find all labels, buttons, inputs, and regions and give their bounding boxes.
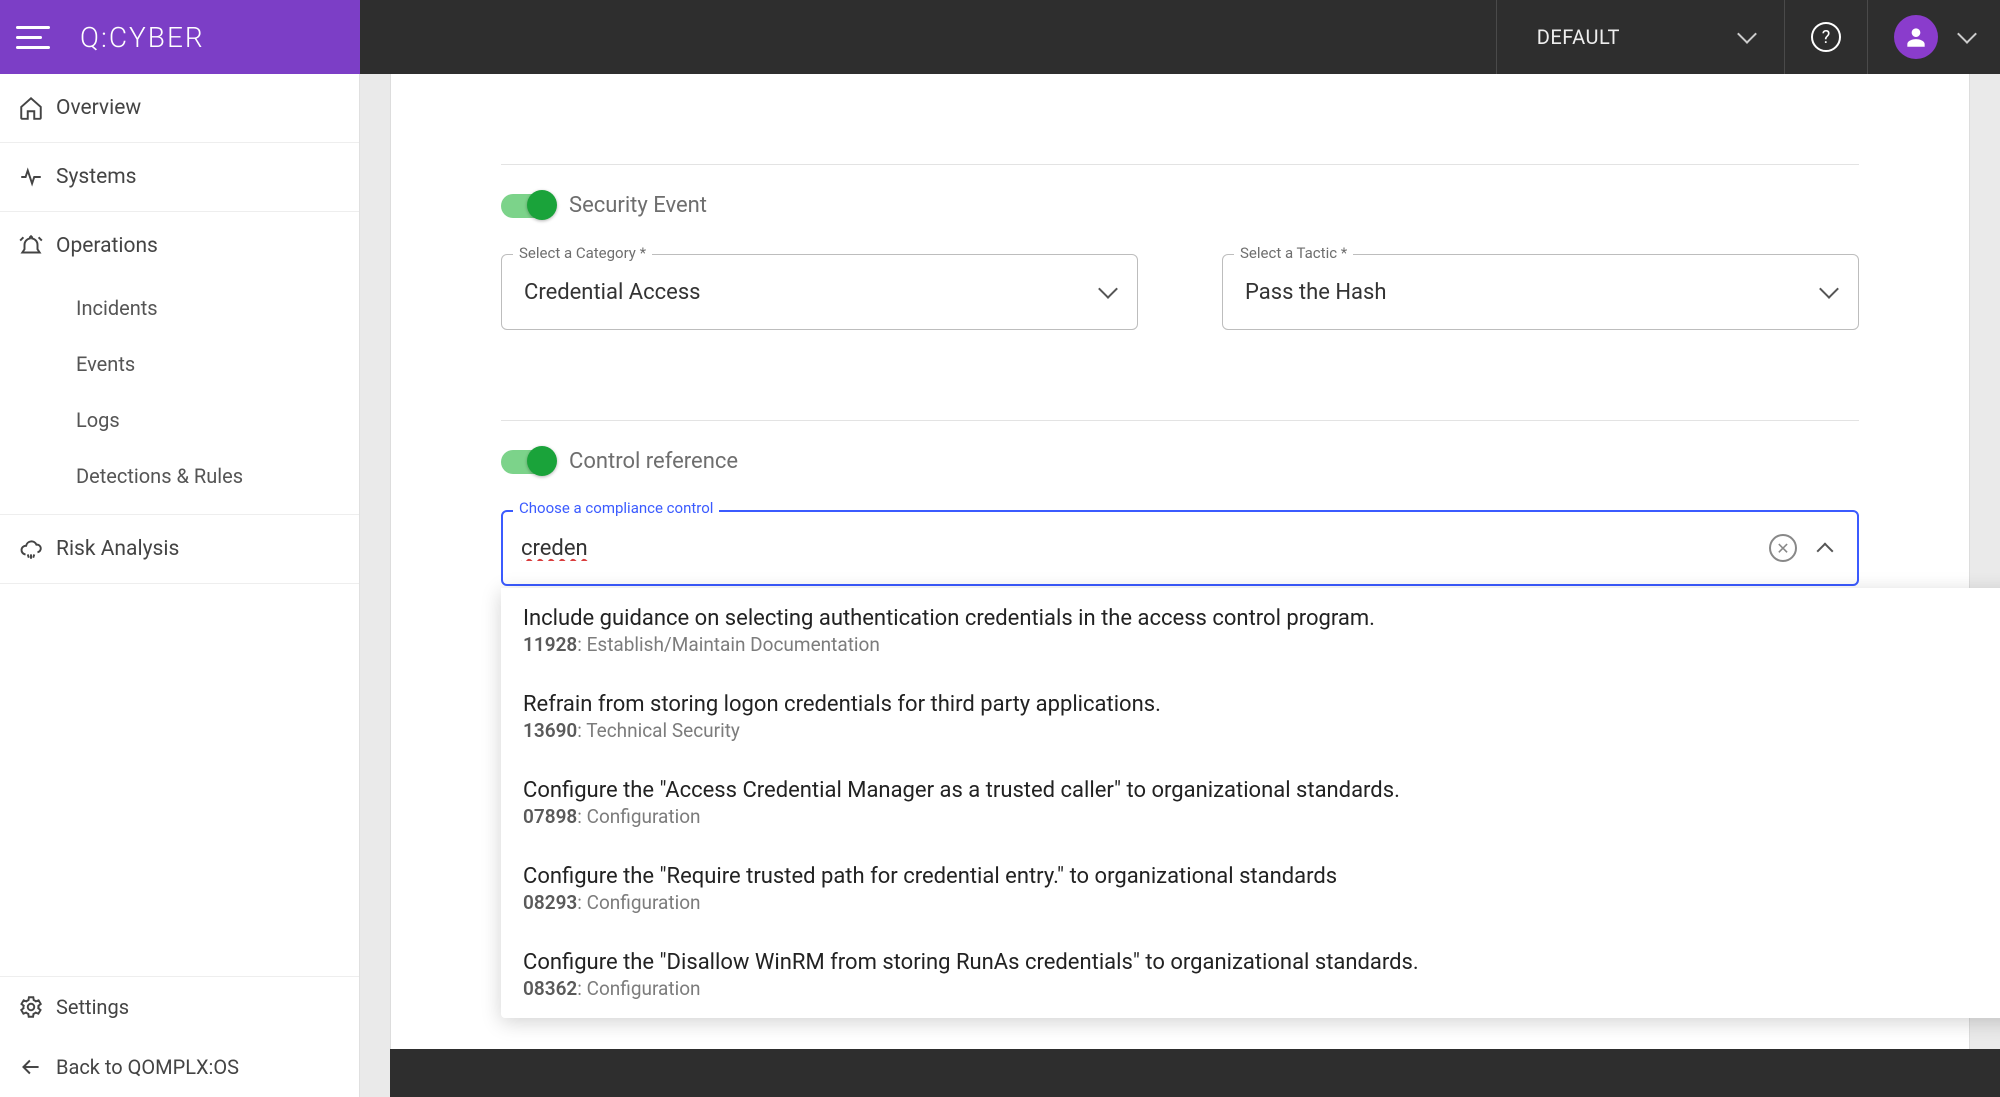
sidebar-item-systems[interactable]: Systems: [0, 143, 359, 211]
avatar: [1894, 15, 1938, 59]
sidebar-item-settings[interactable]: Settings: [0, 977, 359, 1037]
chevron-down-icon: [1957, 24, 1977, 44]
sidebar-item-label: Detections & Rules: [76, 464, 243, 488]
sidebar-item-label: Events: [76, 352, 135, 376]
arrow-left-icon: [18, 1054, 56, 1080]
control-reference-toggle[interactable]: [501, 450, 555, 474]
compliance-option[interactable]: Configure the "Require trusted path for …: [501, 846, 2000, 932]
compliance-dropdown: Include guidance on selecting authentica…: [501, 588, 2000, 1018]
option-title: Configure the "Access Credential Manager…: [523, 778, 1400, 803]
security-event-label: Security Event: [569, 193, 707, 218]
tactic-field: Select a Tactic * Pass the Hash: [1222, 254, 1859, 330]
chevron-down-icon: [1737, 24, 1757, 44]
form-card: Security Event Select a Category * Crede…: [390, 74, 1970, 1097]
category-value: Credential Access: [524, 280, 701, 305]
tactic-label: Select a Tactic *: [1234, 244, 1353, 262]
divider: [501, 164, 1859, 165]
option-title: Configure the "Require trusted path for …: [523, 864, 1337, 889]
footer-bar: [390, 1049, 2000, 1097]
category-select[interactable]: Credential Access: [501, 254, 1138, 330]
option-subtitle: 13690: Technical Security: [523, 719, 1161, 742]
compliance-input[interactable]: [521, 536, 1755, 561]
sidebar-item-label: Operations: [56, 234, 158, 258]
user-menu[interactable]: [1867, 0, 2000, 74]
sidebar-item-risk[interactable]: Risk Analysis: [0, 515, 359, 583]
tactic-select[interactable]: Pass the Hash: [1222, 254, 1859, 330]
cloud-risk-icon: [18, 536, 56, 562]
option-text: Refrain from storing logon credentials f…: [523, 692, 1161, 742]
sidebar-item-operations[interactable]: Operations: [0, 212, 359, 280]
app-header: Q:CYBER DEFAULT ?: [0, 0, 2000, 74]
header-right: DEFAULT ?: [360, 0, 2000, 74]
compliance-autocomplete: Choose a compliance control ✕ Include gu…: [501, 510, 1859, 586]
sidebar-item-label: Back to QOMPLX:OS: [56, 1055, 239, 1079]
hamburger-menu-icon[interactable]: [16, 19, 52, 55]
compliance-option[interactable]: Include guidance on selecting authentica…: [501, 588, 2000, 674]
option-subtitle: 11928: Establish/Maintain Documentation: [523, 633, 1375, 656]
option-title: Refrain from storing logon credentials f…: [523, 692, 1161, 717]
sidebar-item-logs[interactable]: Logs: [0, 392, 359, 448]
control-reference-toggle-row: Control reference: [501, 449, 1859, 474]
help-button[interactable]: ?: [1784, 0, 1867, 74]
clear-button[interactable]: ✕: [1769, 534, 1797, 562]
chevron-up-icon: [1817, 543, 1834, 560]
tactic-value: Pass the Hash: [1245, 280, 1386, 305]
sidebar-item-label: Overview: [56, 96, 141, 120]
compliance-option[interactable]: Configure the "Disallow WinRM from stori…: [501, 932, 2000, 1018]
sidebar-item-label: Logs: [76, 408, 120, 432]
sidebar-item-detections[interactable]: Detections & Rules: [0, 448, 359, 504]
help-icon: ?: [1811, 22, 1841, 52]
user-icon: [1903, 24, 1929, 50]
sidebar-item-events[interactable]: Events: [0, 336, 359, 392]
compliance-label: Choose a compliance control: [513, 499, 719, 517]
collapse-button[interactable]: [1811, 534, 1839, 562]
security-event-toggle-row: Security Event: [501, 193, 1859, 218]
option-subtitle: 07898: Configuration: [523, 805, 1400, 828]
option-text: Include guidance on selecting authentica…: [523, 606, 1375, 656]
option-title: Include guidance on selecting authentica…: [523, 606, 1375, 631]
header-brand: Q:CYBER: [0, 0, 360, 74]
compliance-option[interactable]: Refrain from storing logon credentials f…: [501, 674, 2000, 760]
option-text: Configure the "Access Credential Manager…: [523, 778, 1400, 828]
security-event-toggle[interactable]: [501, 194, 555, 218]
option-subtitle: 08293: Configuration: [523, 891, 1337, 914]
compliance-option[interactable]: Configure the "Access Credential Manager…: [501, 760, 2000, 846]
sidebar-item-incidents[interactable]: Incidents: [0, 280, 359, 336]
chevron-down-icon: [1819, 279, 1839, 299]
sidebar-item-back[interactable]: Back to QOMPLX:OS: [0, 1037, 359, 1097]
alert-icon: [18, 233, 56, 259]
sidebar-item-label: Risk Analysis: [56, 537, 179, 561]
sidebar-item-label: Incidents: [76, 296, 158, 320]
workspace-selector[interactable]: DEFAULT: [1496, 0, 1784, 74]
gear-icon: [18, 994, 56, 1020]
compliance-input-box: ✕: [501, 510, 1859, 586]
sidebar-item-label: Systems: [56, 165, 137, 189]
chevron-down-icon: [1098, 279, 1118, 299]
divider: [501, 420, 1859, 421]
close-icon: ✕: [1776, 539, 1789, 558]
home-icon: [18, 95, 56, 121]
sidebar-item-label: Settings: [56, 995, 129, 1019]
category-field: Select a Category * Credential Access: [501, 254, 1138, 330]
heartbeat-icon: [18, 164, 56, 190]
option-title: Configure the "Disallow WinRM from stori…: [523, 950, 1419, 975]
option-text: Configure the "Require trusted path for …: [523, 864, 1337, 914]
option-subtitle: 08362: Configuration: [523, 977, 1419, 1000]
sidebar-item-overview[interactable]: Overview: [0, 74, 359, 142]
option-text: Configure the "Disallow WinRM from stori…: [523, 950, 1419, 1000]
control-reference-label: Control reference: [569, 449, 738, 474]
sidebar: Overview Systems Operations Incidents: [0, 74, 360, 1097]
logo: Q:CYBER: [80, 21, 205, 54]
category-label: Select a Category *: [513, 244, 652, 262]
workspace-label: DEFAULT: [1537, 25, 1620, 49]
main-content: Security Event Select a Category * Crede…: [360, 74, 2000, 1097]
